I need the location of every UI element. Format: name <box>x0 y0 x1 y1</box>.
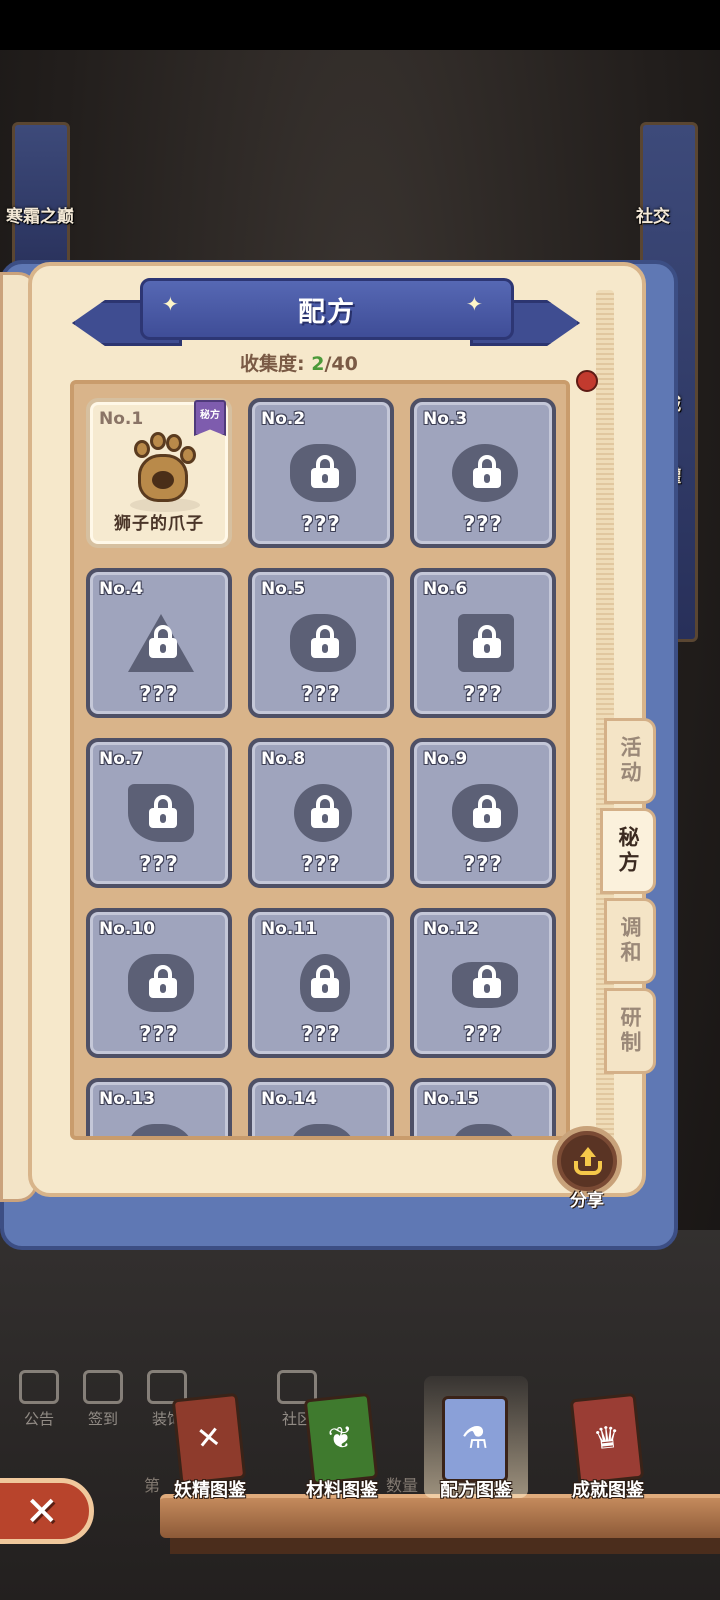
recipe-silhouette <box>290 1124 356 1136</box>
social-label: 社交 <box>636 207 670 227</box>
bg-nav-checkin: 签到 <box>78 1370 128 1440</box>
share-icon <box>574 1147 602 1175</box>
recipe-grid[interactable]: 秘方 No.1 狮子的爪子 No.2 ??? No.3 ??? No.4 ???… <box>70 380 570 1140</box>
title-ribbon: 配方 <box>140 278 514 340</box>
recipe-number: No.2 <box>261 409 306 429</box>
close-icon: ✕ <box>25 1489 59 1535</box>
lock-icon <box>148 965 178 999</box>
recipe-card-1[interactable]: 秘方 No.1 狮子的爪子 <box>86 398 232 548</box>
sparkle-icon: ✦ <box>162 292 179 316</box>
recipe-name: ??? <box>139 852 179 876</box>
recipe-number: No.4 <box>99 579 144 599</box>
lock-icon <box>148 795 178 829</box>
collection-total: /40 <box>324 353 358 375</box>
recipe-number: No.10 <box>99 919 156 939</box>
recipe-number: No.13 <box>99 1089 156 1109</box>
recipe-number: No.6 <box>423 579 468 599</box>
recipe-card-7[interactable]: No.7 ??? <box>86 738 232 888</box>
recipe-number: No.8 <box>261 749 306 769</box>
lock-icon <box>310 625 340 659</box>
tab-label: 成就图鉴 <box>572 1480 644 1501</box>
tab-event[interactable]: 活动 <box>604 718 656 804</box>
recipe-card-2[interactable]: No.2 ??? <box>248 398 394 548</box>
bg-nav-announcement: 公告 <box>14 1370 64 1440</box>
tab-label: 妖精图鉴 <box>174 1480 246 1501</box>
lock-icon <box>472 625 502 659</box>
collection-progress: 收集度: 2/40 <box>240 349 390 375</box>
shelf-shadow <box>170 1536 720 1554</box>
lock-icon <box>310 795 340 829</box>
lock-icon <box>310 965 340 999</box>
tab-material-codex[interactable]: ❦ 材料图鉴 <box>282 1392 402 1506</box>
recipe-name: ??? <box>463 512 503 536</box>
material-book-icon: ❦ <box>303 1392 379 1486</box>
lion-paw-icon <box>130 432 200 512</box>
fairy-book-icon: ✕ <box>171 1392 247 1486</box>
recipe-name: ??? <box>139 1022 179 1046</box>
lock-icon <box>310 455 340 489</box>
lock-icon <box>472 455 502 489</box>
lock-icon <box>472 795 502 829</box>
ladybug-marker-icon <box>576 370 598 392</box>
tab-blend[interactable]: 调和 <box>604 898 656 984</box>
recipe-number: No.14 <box>261 1089 318 1109</box>
recipe-number: No.5 <box>261 579 306 599</box>
lock-icon <box>472 965 502 999</box>
recipe-name: ??? <box>139 682 179 706</box>
recipe-number: No.3 <box>423 409 468 429</box>
recipe-card-9[interactable]: No.9 ??? <box>410 738 556 888</box>
recipe-name: ??? <box>463 852 503 876</box>
recipe-card-4[interactable]: No.4 ??? <box>86 568 232 718</box>
recipe-card-10[interactable]: No.10 ??? <box>86 908 232 1058</box>
tab-recipe-codex[interactable]: ⚗ 配方图鉴 <box>416 1376 536 1506</box>
recipe-card-3[interactable]: No.3 ??? <box>410 398 556 548</box>
recipe-card-11[interactable]: No.11 ??? <box>248 908 394 1058</box>
recipe-card-14[interactable]: No.14 <box>248 1078 394 1136</box>
tab-develop[interactable]: 研制 <box>604 988 656 1074</box>
share-label: 分享 <box>570 1191 604 1211</box>
lock-icon <box>148 625 178 659</box>
recipe-number: No.7 <box>99 749 144 769</box>
page-title: 配方 <box>298 296 356 328</box>
recipe-card-13[interactable]: No.13 <box>86 1078 232 1136</box>
sparkle-icon: ✦ <box>466 292 483 316</box>
recipe-card-5[interactable]: No.5 ??? <box>248 568 394 718</box>
recipe-card-15[interactable]: No.15 <box>410 1078 556 1136</box>
tab-label: 配方图鉴 <box>440 1480 512 1501</box>
recipe-number: No.15 <box>423 1089 480 1109</box>
recipe-card-8[interactable]: No.8 ??? <box>248 738 394 888</box>
recipe-card-6[interactable]: No.6 ??? <box>410 568 556 718</box>
tab-label: 材料图鉴 <box>306 1480 378 1501</box>
tab-fairy-codex[interactable]: ✕ 妖精图鉴 <box>150 1392 270 1506</box>
left-banner-label: 寒霜之巅 <box>6 207 74 227</box>
recipe-name: ??? <box>301 1022 341 1046</box>
recipe-silhouette <box>452 1124 518 1136</box>
recipe-silhouette <box>128 1124 194 1136</box>
collection-label: 收集度: <box>240 353 312 375</box>
recipe-name: 狮子的爪子 <box>114 514 204 534</box>
recipe-name: ??? <box>301 852 341 876</box>
recipe-card-12[interactable]: No.12 ??? <box>410 908 556 1058</box>
recipe-name: ??? <box>463 682 503 706</box>
recipe-name: ??? <box>463 1022 503 1046</box>
recipe-number: No.1 <box>99 409 144 429</box>
secret-recipe-badge: 秘方 <box>194 400 226 436</box>
collection-count: 2 <box>311 353 325 375</box>
recipe-number: No.12 <box>423 919 480 939</box>
recipe-name: ??? <box>301 682 341 706</box>
close-button[interactable]: ✕ <box>0 1478 94 1544</box>
status-bar <box>0 0 720 50</box>
tab-secret-recipe[interactable]: 秘方 <box>600 808 656 894</box>
achievement-book-icon: ♛ <box>569 1392 645 1486</box>
recipe-name: ??? <box>301 512 341 536</box>
recipe-number: No.11 <box>261 919 318 939</box>
tab-achievement-codex[interactable]: ♛ 成就图鉴 <box>548 1392 668 1506</box>
recipe-number: No.9 <box>423 749 468 769</box>
recipe-book-icon: ⚗ <box>442 1396 508 1482</box>
